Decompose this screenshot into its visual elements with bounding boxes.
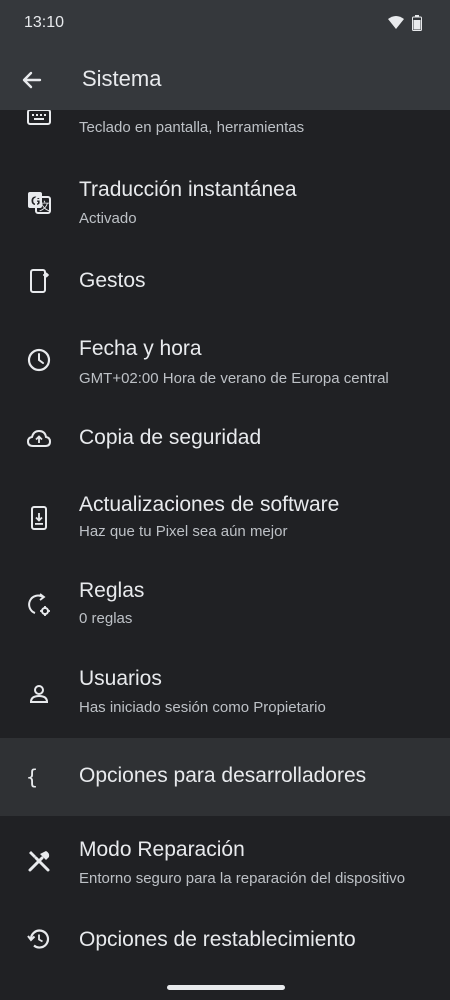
gestures-phone-icon xyxy=(26,268,52,294)
list-item-summary: GMT+02:00 Hora de verano de Europa centr… xyxy=(79,370,389,387)
list-item-title: Reglas xyxy=(79,579,145,602)
list-item-title: Gestos xyxy=(79,269,146,292)
list-item-summary: Has iniciado sesión como Propietario xyxy=(79,699,326,716)
list-item-title: Modo Reparación xyxy=(79,838,245,861)
list-item-date-time[interactable]: Fecha y hora GMT+02:00 Hora de verano de… xyxy=(0,317,450,407)
list-item-summary: 0 reglas xyxy=(79,610,133,627)
cloud-upload-icon xyxy=(26,426,52,452)
list-item-title: Usuarios xyxy=(79,667,162,690)
back-arrow-icon[interactable] xyxy=(16,64,48,96)
list-item-title: Fecha y hora xyxy=(79,337,202,360)
list-item-software-updates[interactable]: Actualizaciones de software Haz que tu P… xyxy=(0,479,450,569)
top-app-bar: 13:10 Sistema xyxy=(0,0,450,110)
svg-text:文: 文 xyxy=(39,199,50,213)
settings-list: Teclado en pantalla, herramientas G文 Tra… xyxy=(0,110,450,1000)
svg-text:{ }: { } xyxy=(26,765,52,789)
restore-icon xyxy=(26,926,52,952)
list-item-reset-options[interactable]: Opciones de restablecimiento xyxy=(0,906,450,986)
wifi-icon xyxy=(388,16,404,35)
list-item-developer-options[interactable]: { } Opciones para desarrolladores xyxy=(0,738,450,816)
person-icon xyxy=(26,681,52,707)
list-item-summary: Teclado en pantalla, herramientas xyxy=(79,119,305,136)
list-item-summary: Entorno seguro para la reparación del di… xyxy=(79,870,406,887)
code-braces-icon: { } xyxy=(26,764,52,790)
keyboard-icon xyxy=(26,110,52,130)
list-item-gestures[interactable]: Gestos xyxy=(0,245,450,317)
battery-icon xyxy=(412,15,422,36)
list-item-repair-mode[interactable]: Modo Reparación Entorno seguro para la r… xyxy=(0,816,450,906)
list-item-title: Opciones de restablecimiento xyxy=(79,928,356,951)
status-clock: 13:10 xyxy=(24,14,65,31)
list-item-users[interactable]: Usuarios Has iniciado sesión como Propie… xyxy=(0,659,450,738)
list-item-summary: Activado xyxy=(79,210,137,227)
list-item-title: Actualizaciones de software xyxy=(79,493,340,516)
translate-icon: G文 xyxy=(26,189,52,215)
gesture-nav-handle[interactable] xyxy=(167,985,285,990)
list-item-summary: Haz que tu Pixel sea aún mejor xyxy=(79,523,288,540)
list-item-input[interactable]: Teclado en pantalla, herramientas xyxy=(0,110,450,150)
page-title: Sistema xyxy=(82,66,162,91)
clock-icon xyxy=(26,347,52,373)
list-item-instant-translation[interactable]: G文 Traducción instantánea Activado xyxy=(0,155,450,245)
list-item-backup[interactable]: Copia de seguridad xyxy=(0,407,450,479)
list-item-title: Copia de seguridad xyxy=(79,426,262,449)
list-item-title: Traducción instantánea xyxy=(79,178,297,201)
system-update-icon xyxy=(26,505,52,531)
rules-icon xyxy=(26,592,52,618)
status-bar: 13:10 xyxy=(0,0,450,46)
repair-tools-icon xyxy=(26,848,52,874)
list-item-rules[interactable]: Reglas 0 reglas xyxy=(0,569,450,659)
list-item-title: Opciones para desarrolladores xyxy=(79,764,367,787)
status-icons xyxy=(388,15,422,36)
